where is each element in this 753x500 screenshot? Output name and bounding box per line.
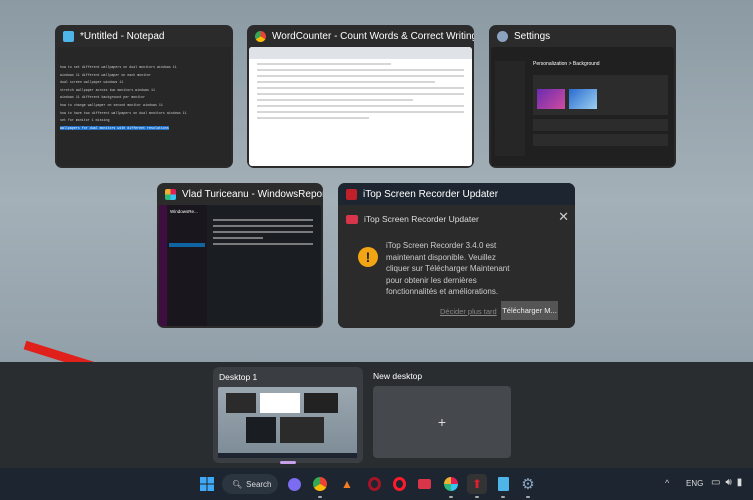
text-line: how to change wallpaper on second monito… bbox=[60, 102, 163, 107]
recorder-icon bbox=[346, 214, 358, 224]
window-notepad[interactable]: *Untitled - Notepad how to set different… bbox=[55, 25, 233, 168]
settings-icon bbox=[497, 30, 508, 42]
slack-icon bbox=[165, 188, 176, 200]
language-indicator[interactable]: ENG bbox=[686, 479, 703, 488]
settings-icon[interactable]: ⚙ bbox=[518, 474, 538, 498]
itop-recorder-icon[interactable] bbox=[417, 479, 431, 489]
desktop-1[interactable]: Desktop 1 bbox=[213, 367, 363, 464]
decide-later-link[interactable]: Décider plus tard bbox=[440, 307, 497, 316]
window-title: *Untitled - Notepad bbox=[80, 30, 165, 42]
show-hidden-icons-button[interactable]: ^ bbox=[665, 478, 669, 488]
window-preview: Personalization > Background bbox=[491, 47, 674, 166]
text-line: set for monitor 1 missing bbox=[60, 118, 110, 123]
network-icon: ▭ bbox=[711, 477, 721, 488]
opera-icon[interactable] bbox=[392, 477, 406, 491]
window-preview: WindowsRe... bbox=[159, 205, 321, 326]
itop-updater-icon bbox=[346, 188, 357, 200]
dialog-title: iTop Screen Recorder Updater bbox=[364, 214, 479, 224]
window-settings[interactable]: Settings Personalization > Background bbox=[489, 25, 676, 168]
app-fire-icon[interactable]: ▲ bbox=[337, 474, 357, 494]
volume-icon: 🔊︎ bbox=[725, 477, 732, 488]
itop-updater-icon[interactable]: ⬆ bbox=[467, 474, 487, 498]
taskbar: 🔍︎ Search ▲ ⬆ ⚙ ^ ENG ▭ 🔊︎ ▮ bbox=[0, 468, 753, 500]
window-title: iTop Screen Recorder Updater bbox=[363, 188, 499, 200]
updater-dialog: iTop Screen Recorder Updater ✕ ! iTop Sc… bbox=[338, 205, 575, 328]
close-icon[interactable]: ✕ bbox=[558, 209, 569, 225]
update-message: iTop Screen Recorder 3.4.0 est maintenan… bbox=[386, 241, 510, 296]
text-line: how to have two different wallpapers on … bbox=[60, 110, 187, 115]
virtual-desktops-bar: Desktop 1 New desktop + bbox=[0, 362, 753, 468]
search-icon: 🔍︎ bbox=[232, 479, 243, 489]
notepad-icon[interactable] bbox=[497, 477, 509, 491]
window-chrome[interactable]: WordCounter - Count Words & Correct Writ… bbox=[247, 25, 474, 168]
teams-chat-icon[interactable] bbox=[287, 477, 301, 491]
opera-gx-icon[interactable] bbox=[367, 477, 381, 491]
search-box[interactable]: 🔍︎ Search bbox=[222, 474, 278, 494]
slack-icon[interactable] bbox=[444, 477, 458, 491]
notepad-icon bbox=[63, 30, 74, 42]
warning-icon: ! bbox=[358, 247, 378, 267]
window-itop-updater[interactable]: iTop Screen Recorder Updater iTop Screen… bbox=[338, 183, 575, 328]
battery-icon: ▮ bbox=[736, 477, 743, 488]
workspace-name: WindowsRe... bbox=[167, 205, 207, 326]
text-line: how to set different wallpapers on dual … bbox=[60, 65, 177, 69]
window-title: Settings bbox=[514, 30, 551, 42]
desktop-label: Desktop 1 bbox=[219, 372, 258, 382]
download-button[interactable]: Télécharger M... bbox=[501, 301, 558, 320]
text-line: dual screen wallpaper windows 11 bbox=[60, 80, 124, 85]
window-slack[interactable]: Vlad Turiceanu - WindowsReport - Intern.… bbox=[157, 183, 323, 328]
chrome-icon[interactable] bbox=[313, 477, 327, 491]
chrome-icon bbox=[255, 30, 266, 42]
text-line: windows 11 different wallpaper on each m… bbox=[60, 72, 152, 77]
window-preview: how to set different wallpapers on dual … bbox=[57, 47, 231, 166]
system-tray[interactable]: ▭ 🔊︎ ▮ bbox=[711, 477, 742, 488]
new-desktop-button[interactable]: + bbox=[373, 386, 511, 458]
desktop-thumbnail bbox=[218, 387, 357, 458]
new-desktop-label: New desktop bbox=[373, 371, 423, 381]
selected-text: wallpapers for dual monitors with differ… bbox=[60, 125, 169, 130]
text-line: windows 11 different background per moni… bbox=[60, 95, 146, 100]
start-button[interactable] bbox=[197, 474, 217, 494]
window-preview bbox=[249, 47, 472, 166]
window-title: WordCounter - Count Words & Correct Writ… bbox=[272, 30, 474, 42]
window-title: Vlad Turiceanu - WindowsReport - Intern.… bbox=[182, 188, 323, 200]
settings-page-title: Personalization > Background bbox=[533, 61, 600, 67]
text-line: stretch wallpaper across two monitors wi… bbox=[60, 87, 155, 92]
search-label: Search bbox=[246, 479, 272, 489]
active-indicator bbox=[280, 461, 296, 464]
